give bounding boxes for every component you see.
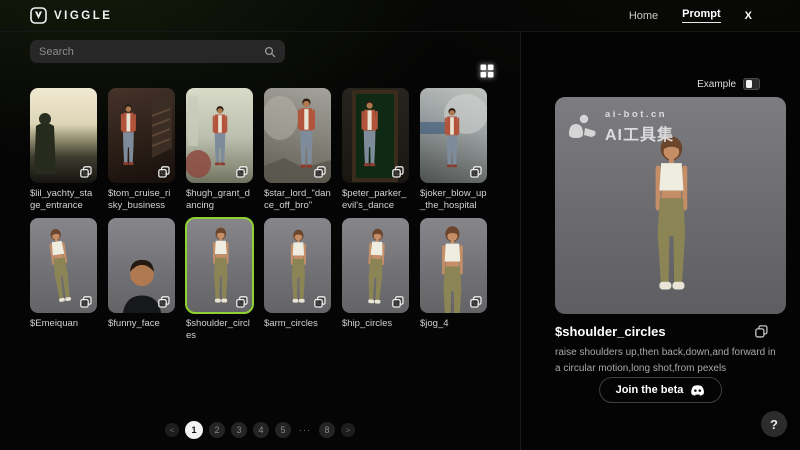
search-input[interactable] [39,46,258,58]
copy-icon[interactable] [392,296,404,308]
gallery-item-hip-circles[interactable]: $hip_circles [342,218,409,343]
template-title: $shoulder_circles [555,324,666,339]
gallery-item-label: $tom_cruise_risky_business [108,188,175,213]
pagination-next[interactable]: > [341,423,355,437]
video-thumbnail[interactable] [420,218,487,313]
copy-icon[interactable] [392,166,404,178]
gallery-item-label: $lil_yachty_stage_entrance [30,188,97,213]
pagination-page-2[interactable]: 2 [209,422,225,438]
gallery-item-label: $hip_circles [342,318,409,343]
video-thumbnail[interactable] [108,88,175,183]
gallery-item-label: $shoulder_circles [186,318,253,343]
help-button[interactable]: ? [761,411,787,437]
copy-prompt-icon[interactable] [755,325,768,338]
example-video-preview[interactable]: ai-bot.cn AI工具集 [555,97,786,314]
copy-icon[interactable] [236,296,248,308]
gallery-item-label: $star_lord_"dance_off_bro" [264,188,331,213]
copy-icon[interactable] [158,296,170,308]
video-thumbnail[interactable] [342,88,409,183]
pagination-page-4[interactable]: 4 [253,422,269,438]
join-beta-label: Join the beta [616,384,684,396]
gallery-item-hugh-grant[interactable]: $hugh_grant_dancing [186,88,253,213]
video-thumbnail[interactable] [108,218,175,313]
grid-row-1: $lil_yachty_stage_entrance $tom_cruise_r… [30,88,490,213]
gallery-item-label: $jog_4 [420,318,487,343]
gallery-item-tom-cruise[interactable]: $tom_cruise_risky_business [108,88,175,213]
brand-name: VIGGLE [54,10,112,22]
ai-bot-logo-icon [567,114,597,140]
viggle-logo-icon [30,7,47,24]
pagination-page-1[interactable]: 1 [185,421,203,439]
example-label: Example [697,79,736,90]
gallery-item-peter-parker[interactable]: $peter_parker_evil's_dance [342,88,409,213]
copy-icon[interactable] [236,166,248,178]
gallery-item-label: $peter_parker_evil's_dance [342,188,409,213]
join-beta-button[interactable]: Join the beta [599,377,723,403]
gallery-item-jog[interactable]: $jog_4 [420,218,487,343]
gallery-item-label: $hugh_grant_dancing [186,188,253,213]
viggle-logo[interactable]: VIGGLE [30,7,112,24]
header-nav: Home Prompt X [629,8,752,23]
prompt-description: raise shoulders up,then back,down,and fo… [555,345,777,376]
pagination: < 1 2 3 4 5 ··· 8 > [0,421,520,439]
example-toggle-row: Example [697,78,760,90]
video-thumbnail[interactable] [342,218,409,313]
nav-x[interactable]: X [745,10,752,22]
gallery-item-label: $funny_face [108,318,175,343]
copy-icon[interactable] [158,166,170,178]
gallery-item-shoulder-circles[interactable]: $shoulder_circles [186,218,253,343]
video-thumbnail-selected[interactable] [186,218,253,313]
gallery-item-label: $Emeiquan [30,318,97,343]
grid-row-2: $Emeiquan $funny_face [30,218,490,343]
gallery-panel: $lil_yachty_stage_entrance $tom_cruise_r… [0,32,520,450]
video-thumbnail[interactable] [186,88,253,183]
gallery-item-arm-circles[interactable]: $arm_circles [264,218,331,343]
viggle-app: VIGGLE Home Prompt X [0,0,800,450]
watermark-line2: AI工具集 [605,121,674,145]
gallery-item-lil-yachty[interactable]: $lil_yachty_stage_entrance [30,88,97,213]
gallery-item-star-lord[interactable]: $star_lord_"dance_off_bro" [264,88,331,213]
pagination-prev[interactable]: < [165,423,179,437]
nav-prompt[interactable]: Prompt [682,8,721,23]
watermark: ai-bot.cn AI工具集 [567,109,674,145]
search-icon [264,46,276,58]
video-thumbnail[interactable] [420,88,487,183]
gallery-item-funny-face[interactable]: $funny_face [108,218,175,343]
copy-icon[interactable] [80,166,92,178]
copy-icon[interactable] [314,166,326,178]
grid-view-icon[interactable] [479,63,495,79]
watermark-line1: ai-bot.cn [605,109,674,120]
copy-icon[interactable] [80,296,92,308]
toggle-knob [746,80,752,88]
pagination-page-3[interactable]: 3 [231,422,247,438]
video-thumbnail[interactable] [30,88,97,183]
video-thumbnail[interactable] [264,88,331,183]
template-detail-header: $shoulder_circles [555,324,768,339]
watermark-text: ai-bot.cn AI工具集 [605,109,674,145]
copy-icon[interactable] [470,296,482,308]
gallery-item-emeiquan[interactable]: $Emeiquan [30,218,97,343]
pagination-page-5[interactable]: 5 [275,422,291,438]
video-thumbnail[interactable] [30,218,97,313]
search-bar[interactable] [30,40,285,63]
copy-icon[interactable] [470,166,482,178]
nav-home[interactable]: Home [629,10,658,22]
preview-panel: Example ai-bot.cn AI工具集 [520,32,800,450]
video-thumbnail[interactable] [264,218,331,313]
example-toggle[interactable] [743,78,760,90]
top-navbar: VIGGLE Home Prompt X [0,0,800,32]
gallery-item-joker[interactable]: $joker_blow_up_the_hospital [420,88,487,213]
pagination-page-8[interactable]: 8 [319,422,335,438]
pagination-ellipsis: ··· [297,422,313,438]
gallery-item-label: $joker_blow_up_the_hospital [420,188,487,213]
template-grid: $lil_yachty_stage_entrance $tom_cruise_r… [30,88,490,348]
discord-icon [690,385,705,396]
copy-icon[interactable] [314,296,326,308]
gallery-item-label: $arm_circles [264,318,331,343]
